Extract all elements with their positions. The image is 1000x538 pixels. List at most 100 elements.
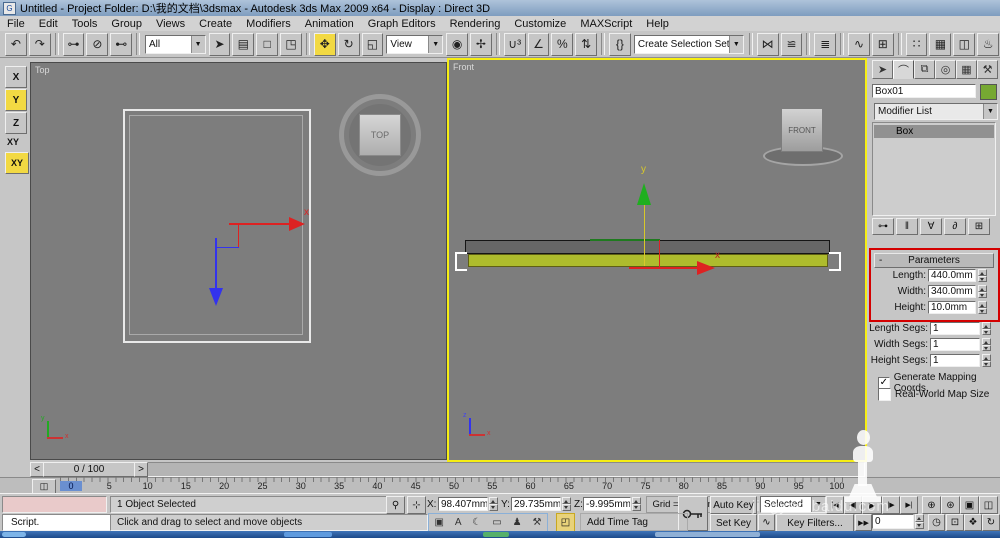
tab-motion[interactable]: ◎ [935, 60, 956, 79]
menu-item[interactable]: Customize [507, 18, 573, 30]
windows-taskbar[interactable] [0, 531, 1000, 538]
key-filters-button[interactable]: Key Filters... [776, 514, 854, 532]
menu-item[interactable]: Tools [65, 18, 105, 30]
taskbar-item[interactable] [655, 532, 760, 537]
object-color-swatch[interactable] [980, 84, 997, 100]
gizmo-y-arrowhead[interactable] [637, 176, 651, 205]
x-coord-field[interactable]: 98.407mm [438, 497, 488, 511]
select-and-manipulate-button[interactable]: ✢ [470, 32, 492, 56]
time-slider-track[interactable] [30, 462, 865, 477]
chevron-down-icon[interactable]: ▼ [811, 497, 825, 512]
time-configuration-button[interactable]: ◷ [928, 514, 945, 531]
chevron-down-icon[interactable]: ▼ [428, 35, 443, 53]
layer-manager-button[interactable]: ≣ [814, 32, 837, 56]
object-name-field[interactable]: Box01 [872, 84, 976, 98]
select-and-link-button[interactable]: ⊶ [62, 32, 85, 56]
modifier-stack[interactable]: Box [872, 122, 996, 216]
zoom-extents-button[interactable]: ▣ [960, 496, 979, 514]
current-frame-spinner[interactable] [915, 514, 924, 529]
width-spinner[interactable] [978, 285, 987, 298]
menu-item[interactable]: Create [192, 18, 239, 30]
zoom-viewport-button[interactable]: ⊕ [922, 496, 941, 514]
schematic-view-button[interactable]: ⊞ [871, 32, 894, 56]
modifier-list-dropdown[interactable]: Modifier List ▼ [874, 103, 998, 120]
menu-item[interactable]: Rendering [443, 18, 508, 30]
selection-region-icon[interactable]: ▣ [434, 517, 443, 528]
remove-modifier-button[interactable]: ∂ [944, 218, 966, 235]
tab-utilities[interactable]: ⚒ [977, 60, 998, 79]
person-icon[interactable]: ♟ [513, 517, 522, 528]
width-segs-field[interactable]: 1 [930, 338, 980, 351]
show-end-result-button[interactable]: ‖ [896, 218, 918, 235]
previous-frame-button[interactable]: ◀| [844, 496, 862, 514]
select-and-rotate-button[interactable]: ↻ [337, 32, 360, 56]
open-mini-curve-editor-button[interactable]: ◫ [32, 479, 56, 494]
viewcube-front-face[interactable]: FRONT [781, 108, 823, 152]
selection-filter-dropdown[interactable]: All ▼ [145, 34, 206, 54]
length-segs-field[interactable]: 1 [930, 322, 980, 335]
length-spinner[interactable] [978, 269, 987, 282]
go-to-start-button[interactable]: |◀ [826, 496, 844, 514]
percent-snap-toggle[interactable]: % [551, 32, 574, 56]
menu-item[interactable]: File [0, 18, 32, 30]
menu-item[interactable]: Edit [32, 18, 65, 30]
rectangular-selection-region-button[interactable]: □ [256, 32, 279, 56]
width-segs-spinner[interactable] [982, 338, 991, 351]
select-object-button[interactable]: ➤ [208, 32, 231, 56]
axis-constraint-z-button[interactable]: Z [5, 112, 27, 134]
time-slider-handle[interactable]: 0 / 100 [43, 462, 135, 477]
gizmo-y-axis[interactable] [215, 238, 217, 290]
viewport-front-label[interactable]: Front [453, 62, 474, 72]
key-selection-dropdown[interactable]: Selected ▼ [760, 496, 826, 513]
text-style-icon[interactable]: A [455, 517, 462, 528]
chevron-down-icon[interactable]: ▼ [983, 104, 997, 119]
menu-item[interactable]: Views [149, 18, 192, 30]
align-button[interactable]: ≌ [780, 32, 803, 56]
card-icon[interactable]: ▭ [492, 517, 501, 528]
tab-modify[interactable]: ⌒ [893, 60, 914, 79]
axis-constraint-y-button[interactable]: Y [5, 89, 27, 111]
pan-view-button[interactable]: ❖ [964, 514, 982, 531]
rendered-frame-window-button[interactable]: ◫ [953, 32, 976, 56]
menu-item[interactable]: Modifiers [239, 18, 298, 30]
select-by-name-button[interactable]: ▤ [232, 32, 255, 56]
axis-constraint-xy-plane-button[interactable]: XY [5, 152, 29, 174]
y-coord-field[interactable]: 29.735mm [511, 497, 561, 511]
redo-button[interactable]: ↷ [28, 32, 51, 56]
angle-snap-toggle[interactable]: ∠ [527, 32, 550, 56]
maxscript-mini-listener[interactable]: Script. [2, 514, 115, 531]
unlink-selection-button[interactable]: ⊘ [86, 32, 109, 56]
length-segs-spinner[interactable] [982, 322, 991, 335]
make-unique-button[interactable]: ∀ [920, 218, 942, 235]
use-pivot-point-center-button[interactable]: ◉ [446, 32, 469, 56]
quick-render-button[interactable]: ♨ [977, 32, 1000, 56]
menu-item[interactable]: Graph Editors [361, 18, 443, 30]
box-object-front-view-selected[interactable] [468, 254, 828, 267]
reference-coordinate-dropdown[interactable]: View ▼ [386, 34, 444, 54]
real-world-map-size-checkbox[interactable] [878, 388, 891, 401]
arc-rotate-button[interactable]: ↻ [982, 514, 1000, 531]
height-segs-field[interactable]: 1 [930, 354, 980, 367]
taskbar-item[interactable] [483, 532, 509, 537]
wrench-icon[interactable]: ⚒ [533, 517, 542, 528]
time-slider-prev-button[interactable]: < [30, 462, 44, 477]
viewport-top[interactable]: Top x TOP y x [30, 62, 447, 460]
chevron-down-icon[interactable]: ▼ [190, 35, 205, 53]
maxscript-macro-recorder[interactable] [2, 496, 107, 513]
gizmo-x-arrowhead[interactable] [289, 217, 312, 231]
play-animation-button[interactable]: ▶ [862, 496, 882, 514]
menu-item[interactable]: Help [639, 18, 676, 30]
go-to-end-button[interactable]: ▶| [900, 496, 918, 514]
tab-create[interactable]: ➤ [872, 60, 893, 79]
current-frame-field[interactable]: 0 [872, 514, 914, 529]
height-spinner[interactable] [978, 301, 987, 314]
moon-icon[interactable]: ☾ [472, 517, 481, 528]
mirror-button[interactable]: ⋈ [756, 32, 779, 56]
configure-modifier-sets-button[interactable]: ⊞ [968, 218, 990, 235]
go-to-start-small-button[interactable]: ▶▶ [855, 514, 872, 531]
height-field[interactable]: 10.0mm [928, 301, 976, 314]
tab-display[interactable]: ▦ [956, 60, 977, 79]
cube-isolate-icon[interactable]: ◰ [556, 513, 575, 532]
taskbar-item[interactable] [284, 532, 332, 537]
time-slider-next-button[interactable]: > [134, 462, 148, 477]
